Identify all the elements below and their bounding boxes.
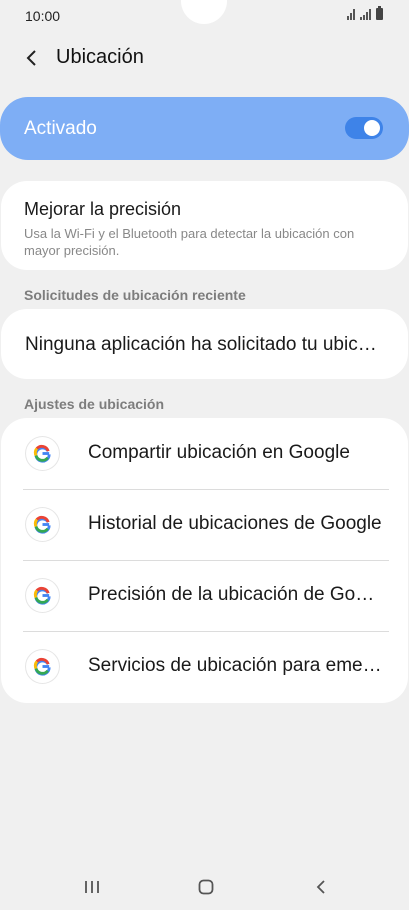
improve-accuracy-title: Mejorar la precisión: [24, 199, 182, 219]
settings-item-label: Historial de ubicaciones de Google: [88, 513, 382, 534]
chevron-left-icon: [26, 50, 36, 66]
cell-signal-icon: [360, 9, 371, 20]
settings-item-emergency-services[interactable]: Servicios de ubicación para emergencias: [1, 631, 408, 702]
status-icons: [347, 6, 383, 20]
location-master-switch[interactable]: Activado: [0, 97, 409, 160]
recent-requests-header: Solicitudes de ubicación reciente: [24, 287, 246, 303]
recent-requests-card: Ninguna aplicación ha solicitado tu ubic…: [1, 309, 408, 379]
settings-item-location-accuracy[interactable]: Precisión de la ubicación de Google: [1, 560, 408, 631]
recent-apps-icon: [85, 881, 99, 893]
toggle-knob: [364, 120, 380, 136]
recent-apps-button[interactable]: [77, 872, 107, 902]
google-icon: [26, 508, 59, 541]
back-button[interactable]: [18, 44, 46, 72]
navigation-bar: [0, 860, 409, 910]
google-icon: [26, 650, 59, 683]
location-settings-header: Ajustes de ubicación: [24, 396, 165, 412]
location-settings-card: Compartir ubicación en Google Historial …: [1, 418, 408, 703]
status-bar: 10:00: [0, 0, 409, 32]
page-title: Ubicación: [56, 46, 144, 68]
nav-back-button[interactable]: [306, 872, 336, 902]
app-header: Ubicación: [0, 38, 409, 78]
google-icon: [26, 437, 59, 470]
camera-notch: [181, 0, 227, 24]
master-switch-label: Activado: [24, 118, 97, 139]
improve-accuracy-item[interactable]: Mejorar la precisión Usa la Wi-Fi y el B…: [1, 181, 408, 270]
settings-item-share-location[interactable]: Compartir ubicación en Google: [1, 418, 408, 489]
home-icon: [198, 879, 214, 895]
battery-icon: [376, 6, 383, 20]
home-button[interactable]: [191, 872, 221, 902]
settings-item-label: Servicios de ubicación para emergencias: [88, 655, 384, 676]
back-icon: [316, 880, 325, 894]
settings-item-location-history[interactable]: Historial de ubicaciones de Google: [1, 489, 408, 560]
improve-accuracy-description: Usa la Wi-Fi y el Bluetooth para detecta…: [24, 226, 355, 258]
status-time: 10:00: [25, 8, 61, 24]
settings-item-label: Precisión de la ubicación de Google: [88, 584, 384, 605]
wifi-signal-icon: [347, 9, 355, 20]
no-recent-requests-text: Ninguna aplicación ha solicitado tu ubic…: [25, 334, 385, 355]
toggle-switch[interactable]: [345, 117, 383, 139]
settings-item-label: Compartir ubicación en Google: [88, 442, 350, 463]
google-icon: [26, 579, 59, 612]
